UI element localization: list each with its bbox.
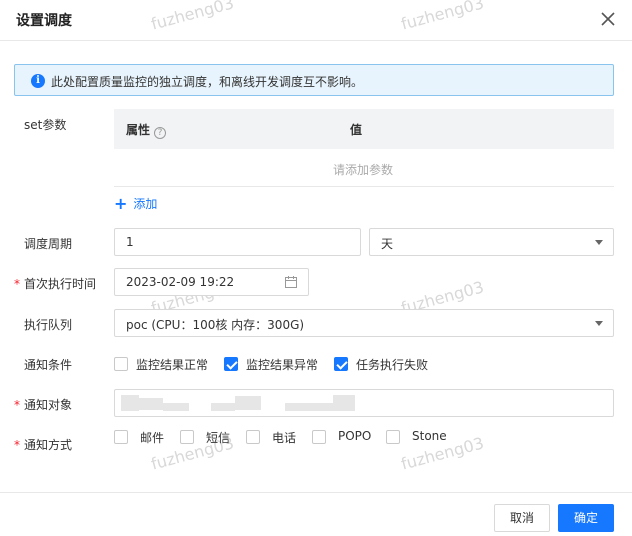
confirm-button[interactable]: 确定 <box>558 504 614 532</box>
checkbox-label: 邮件 <box>140 431 165 445</box>
checkbox-phone[interactable] <box>246 430 260 444</box>
checkbox-label: 监控结果正常 <box>136 358 209 372</box>
chevron-down-icon <box>595 321 603 326</box>
checkbox-task-failed[interactable] <box>334 357 348 371</box>
required-mark: * <box>14 277 20 291</box>
column-header-attribute: 属性 <box>126 123 151 137</box>
question-circle-icon[interactable]: ? <box>154 127 167 139</box>
checkbox-label: Stone <box>412 429 447 443</box>
info-icon: i <box>31 74 45 88</box>
add-param-button[interactable]: + 添加 <box>114 194 157 213</box>
set-params-label: set参数 <box>24 118 67 132</box>
queue-select[interactable]: poc (CPU：100核 内存：300G) <box>114 309 614 337</box>
info-alert: i 此处配置质量监控的独立调度，和离线开发调度互不影响。 <box>14 64 614 96</box>
checkbox-label: 短信 <box>206 431 231 445</box>
chevron-down-icon <box>595 240 603 245</box>
redacted-mask <box>163 403 189 411</box>
checkbox-stone[interactable] <box>386 430 400 444</box>
schedule-unit-select[interactable]: 天 <box>369 228 614 256</box>
checkbox-sms[interactable] <box>180 430 194 444</box>
params-table-header: 属性? 值 <box>114 109 614 149</box>
column-header-value: 值 <box>350 123 363 137</box>
schedule-period-label: 调度周期 <box>24 237 73 251</box>
redacted-mask <box>235 396 261 410</box>
notify-target-input[interactable] <box>114 389 614 417</box>
queue-label: 执行队列 <box>24 318 73 332</box>
redacted-mask <box>139 398 163 410</box>
dialog-footer: 取消 确定 <box>0 492 632 536</box>
schedule-period-input[interactable]: 1 <box>114 228 361 256</box>
first-run-datepicker[interactable]: 2023-02-09 19:22 <box>114 268 309 296</box>
checkbox-monitor-normal[interactable] <box>114 357 128 371</box>
redacted-mask <box>285 403 333 411</box>
params-empty-row: 请添加参数 <box>114 149 614 187</box>
checkbox-label: 电话 <box>272 431 297 445</box>
first-run-label: * 首次执行时间 <box>14 277 97 291</box>
calendar-icon <box>285 276 297 288</box>
plus-icon: + <box>114 194 128 213</box>
redacted-mask <box>333 395 355 411</box>
alert-text: 此处配置质量监控的独立调度，和离线开发调度互不影响。 <box>51 75 364 89</box>
close-icon[interactable] <box>598 9 618 29</box>
dialog-header: 设置调度 <box>0 0 632 41</box>
checkbox-label: POPO <box>338 429 372 443</box>
required-mark: * <box>14 438 20 452</box>
checkbox-popo[interactable] <box>312 430 326 444</box>
notify-condition-label: 通知条件 <box>24 358 73 372</box>
empty-text: 请添加参数 <box>333 163 394 177</box>
checkbox-label: 任务执行失败 <box>356 358 429 372</box>
checkbox-label: 监控结果异常 <box>246 358 319 372</box>
checkbox-email[interactable] <box>114 430 128 444</box>
redacted-mask <box>121 395 139 411</box>
required-mark: * <box>14 398 20 412</box>
redacted-mask <box>211 403 235 411</box>
notify-target-label: * 通知对象 <box>14 398 73 412</box>
checkbox-monitor-abnormal[interactable] <box>224 357 238 371</box>
cancel-button[interactable]: 取消 <box>494 504 550 532</box>
add-param-label: 添加 <box>133 197 158 211</box>
dialog-title: 设置调度 <box>16 13 72 29</box>
notify-method-label: * 通知方式 <box>14 438 73 452</box>
